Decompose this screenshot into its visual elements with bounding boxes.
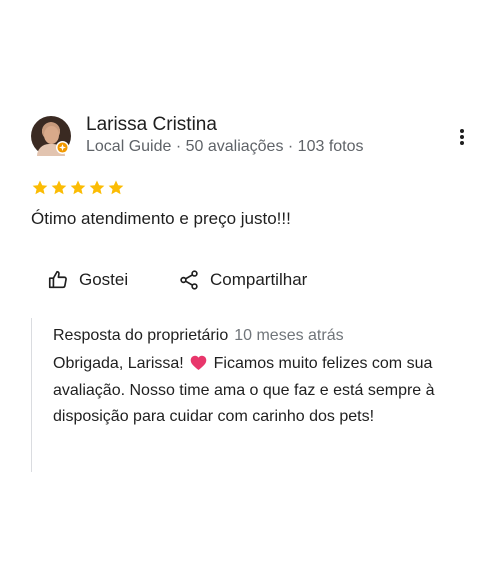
- owner-response: Resposta do proprietário 10 meses atrás O…: [31, 318, 472, 472]
- review-text: Ótimo atendimento e preço justo!!!: [31, 209, 291, 228]
- review-card: Larissa Cristina Local Guide · 50 avalia…: [0, 0, 501, 562]
- owner-response-time: 10 meses atrás: [234, 327, 344, 344]
- local-guide-badge-icon: [56, 141, 69, 154]
- star-icon: [51, 180, 67, 195]
- owner-response-greeting: Obrigada, Larissa!: [53, 355, 184, 372]
- star-rating: [31, 179, 125, 197]
- star-icon: [32, 180, 48, 195]
- share-icon: [180, 270, 198, 290]
- owner-response-title: Resposta do proprietário: [53, 327, 229, 344]
- star-icon: [70, 180, 86, 195]
- star-icon: [108, 180, 124, 195]
- like-button[interactable]: Gostei: [47, 268, 128, 292]
- thumb-up-icon: [48, 270, 67, 289]
- reviewer-name[interactable]: Larissa Cristina: [86, 114, 217, 136]
- share-button[interactable]: Compartilhar: [178, 268, 307, 292]
- like-label: Gostei: [79, 270, 129, 289]
- share-label: Compartilhar: [210, 270, 308, 289]
- heart-emoji: [190, 355, 207, 370]
- star-icon: [89, 180, 105, 195]
- more-vert-icon[interactable]: [452, 126, 472, 148]
- owner-response-header: Resposta do proprietário 10 meses atrás: [53, 327, 344, 345]
- owner-response-text: Obrigada, Larissa! Ficamos muito felizes…: [53, 351, 468, 431]
- reviewer-meta[interactable]: Local Guide · 50 avaliações · 103 fotos: [86, 138, 364, 156]
